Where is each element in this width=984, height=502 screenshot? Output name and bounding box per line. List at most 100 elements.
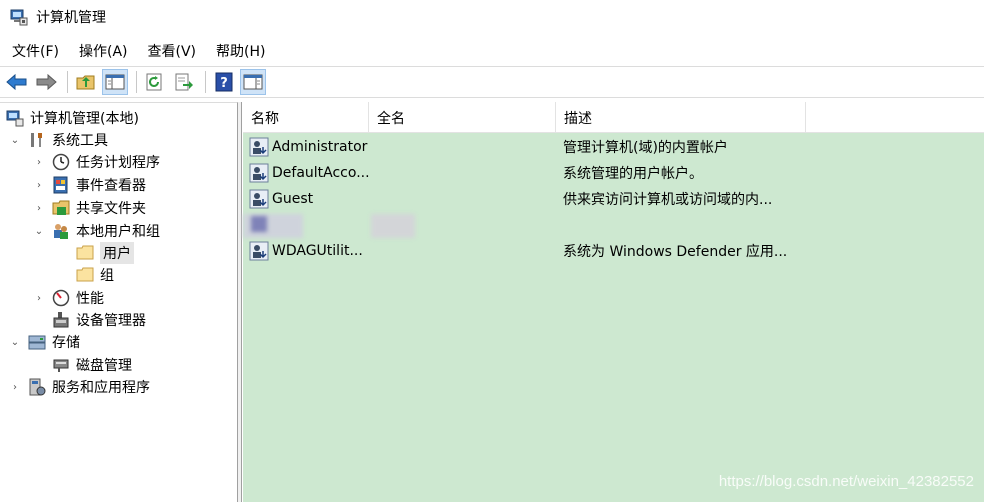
- user-name: WDAGUtilit...: [272, 243, 363, 259]
- tree-item-system-tools[interactable]: ⌄ 系统工具: [8, 129, 108, 151]
- menu-file[interactable]: 文件(F): [12, 41, 59, 61]
- services-icon: [29, 378, 46, 396]
- tree-item-event-viewer[interactable]: › 事件查看器: [32, 174, 146, 196]
- tree-item-local-users-groups[interactable]: ⌄ 本地用户和组: [32, 220, 160, 242]
- tree-label: 服务和应用程序: [52, 380, 150, 396]
- user-name: Guest: [272, 191, 314, 207]
- tree-item-performance[interactable]: › 性能: [32, 287, 104, 309]
- menu-action[interactable]: 操作(A): [79, 41, 128, 61]
- users-list: 名称 全名 描述 Administrator 管理计算机(域)的内置帐户 Def…: [243, 102, 984, 502]
- user-icon: [249, 189, 269, 209]
- user-icon: [249, 241, 269, 261]
- storage-icon: [28, 335, 46, 350]
- list-item[interactable]: DefaultAcco... 系统管理的用户帐户。: [243, 160, 984, 186]
- clock-icon: [52, 153, 70, 171]
- menu-bar: 文件(F) 操作(A) 查看(V) 帮助(H): [0, 38, 285, 64]
- tree-label: 计算机管理(本地): [30, 111, 139, 127]
- disk-management-icon: [53, 359, 69, 372]
- tree-item-groups[interactable]: 组: [76, 264, 114, 286]
- refresh-icon: [146, 73, 162, 91]
- tree-item-storage[interactable]: ⌄ 存储: [8, 331, 80, 353]
- chevron-down-icon[interactable]: ⌄: [8, 337, 22, 348]
- tree-label: 存储: [52, 335, 80, 351]
- column-header-description[interactable]: 描述: [556, 102, 806, 133]
- computer-management-icon: [6, 110, 24, 127]
- list-item[interactable]: Guest 供来宾访问计算机或访问域的内...: [243, 186, 984, 212]
- chevron-right-icon[interactable]: ›: [32, 203, 46, 214]
- menu-view[interactable]: 查看(V): [148, 41, 197, 61]
- device-manager-icon: [53, 312, 69, 328]
- back-icon: [6, 73, 27, 91]
- tree-item-users[interactable]: 用户: [76, 242, 134, 264]
- back-button[interactable]: [4, 69, 30, 95]
- tree-label: 共享文件夹: [76, 201, 146, 217]
- tree-item-shared-folders[interactable]: › 共享文件夹: [32, 197, 146, 219]
- export-list-icon: [175, 73, 193, 91]
- event-viewer-icon: [53, 176, 68, 194]
- help-icon: ?: [215, 72, 233, 92]
- chevron-down-icon[interactable]: ⌄: [8, 135, 22, 146]
- users-groups-icon: [54, 224, 68, 239]
- tree-item-disk-management[interactable]: 磁盘管理: [52, 354, 132, 376]
- refresh-button[interactable]: [142, 69, 168, 95]
- column-header-fullname[interactable]: 全名: [369, 102, 556, 133]
- forward-button[interactable]: [33, 69, 59, 95]
- tree-label: 任务计划程序: [76, 155, 160, 171]
- user-description: 管理计算机(域)的内置帐户: [563, 140, 728, 156]
- help-button[interactable]: ?: [211, 69, 237, 95]
- tree-item-device-manager[interactable]: 设备管理器: [52, 309, 146, 331]
- tree-label: 本地用户和组: [76, 224, 160, 240]
- show-hide-action-pane-button[interactable]: [240, 69, 266, 95]
- column-header-name[interactable]: 名称: [243, 102, 369, 133]
- shared-folder-icon: [52, 200, 70, 215]
- toolbar-separator: [67, 71, 68, 93]
- user-name: Administrator: [272, 139, 368, 155]
- tree-label: 用户: [100, 242, 134, 264]
- redacted-fullname: [371, 214, 415, 238]
- forward-icon: [36, 73, 57, 91]
- svg-text:?: ?: [220, 76, 228, 91]
- list-item[interactable]: WDAGUtilit... 系统为 Windows Defender 应用...: [243, 238, 984, 264]
- user-icon: [249, 137, 269, 157]
- toolbar: ?: [0, 66, 984, 98]
- chevron-right-icon[interactable]: ›: [32, 180, 46, 191]
- list-header: 名称 全名 描述: [243, 102, 984, 133]
- user-icon: [249, 163, 269, 183]
- user-description: 供来宾访问计算机或访问域的内...: [563, 192, 773, 208]
- list-item-redacted[interactable]: [243, 212, 984, 238]
- toolbar-separator: [205, 71, 206, 93]
- user-name: DefaultAcco...: [272, 165, 369, 181]
- export-list-button[interactable]: [171, 69, 197, 95]
- watermark: https://blog.csdn.net/weixin_42382552: [718, 473, 974, 490]
- tree-item-root[interactable]: 计算机管理(本地): [6, 107, 139, 129]
- chevron-right-icon[interactable]: ›: [32, 157, 46, 168]
- toolbar-separator: [136, 71, 137, 93]
- user-description: 系统管理的用户帐户。: [563, 166, 703, 182]
- show-hide-action-pane-icon: [243, 74, 263, 90]
- window-title: 计算机管理: [36, 10, 106, 26]
- redacted-icon: [251, 216, 267, 232]
- chevron-right-icon[interactable]: ›: [32, 293, 46, 304]
- computer-management-icon: [10, 9, 28, 26]
- tree-label: 系统工具: [52, 133, 108, 149]
- folder-icon: [76, 267, 94, 282]
- up-folder-button[interactable]: [73, 69, 99, 95]
- tree-label: 性能: [76, 291, 104, 307]
- menu-help[interactable]: 帮助(H): [216, 41, 265, 61]
- list-item[interactable]: Administrator 管理计算机(域)的内置帐户: [243, 134, 984, 160]
- tree-label: 事件查看器: [76, 178, 146, 194]
- tree-label: 设备管理器: [76, 313, 146, 329]
- user-description: 系统为 Windows Defender 应用...: [563, 244, 788, 260]
- show-hide-tree-button[interactable]: [102, 69, 128, 95]
- console-tree: 计算机管理(本地) ⌄ 系统工具 › 任务计划程序 › 事件查看器 › 共享文件…: [0, 102, 238, 502]
- show-hide-tree-icon: [105, 74, 125, 90]
- tree-label: 磁盘管理: [76, 358, 132, 374]
- chevron-down-icon[interactable]: ⌄: [32, 226, 46, 237]
- title-bar: 计算机管理: [0, 0, 984, 34]
- performance-icon: [52, 289, 70, 307]
- chevron-right-icon[interactable]: ›: [8, 382, 22, 393]
- pane-splitter[interactable]: [238, 102, 242, 502]
- tree-item-task-scheduler[interactable]: › 任务计划程序: [32, 151, 160, 173]
- folder-icon: [76, 245, 94, 260]
- tree-item-services-apps[interactable]: › 服务和应用程序: [8, 376, 150, 398]
